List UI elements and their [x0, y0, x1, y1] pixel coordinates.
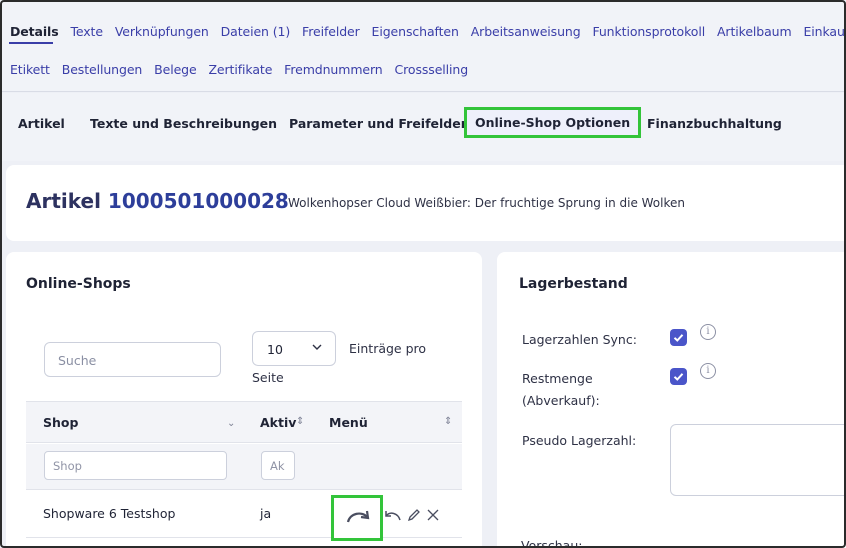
active-tab-indicator: [9, 42, 53, 44]
article-description: Wolkenhopser Cloud Weißbier: Der fruchti…: [288, 196, 685, 210]
tab-fremdnummern[interactable]: Fremdnummern: [284, 62, 383, 77]
tab-row-main: Details Texte Verknüpfungen Dateien (1) …: [10, 24, 846, 39]
page-size-value: 10: [267, 342, 283, 357]
restmenge-label: Restmenge (Abverkauf):: [522, 368, 600, 412]
article-header: Artikel 1000501000028 Wolkenhopser Cloud…: [6, 165, 846, 241]
page-size-select[interactable]: 10: [252, 331, 336, 366]
lagerbestand-title: Lagerbestand: [519, 276, 628, 292]
table-filter-row: Shop Ak: [26, 444, 462, 490]
aktiv-cell: ja: [260, 506, 272, 521]
tab-artikelbaum[interactable]: Artikelbaum: [717, 24, 792, 39]
row-actions: [331, 495, 444, 541]
undo-icon[interactable]: [384, 508, 402, 522]
restmenge-label-line2: (Abverkauf):: [522, 393, 600, 408]
tab-zertifikate[interactable]: Zertifikate: [208, 62, 272, 77]
tab-details[interactable]: Details: [10, 24, 59, 39]
tab-etikett[interactable]: Etikett: [10, 62, 50, 77]
article-title: Artikel 1000501000028: [26, 189, 289, 213]
subtab-finanzbuchhaltung[interactable]: Finanzbuchhaltung: [647, 116, 782, 131]
per-page-label: Einträge pro: [349, 341, 427, 356]
search-input[interactable]: Suche: [44, 342, 221, 377]
restmenge-label-line1: Restmenge: [522, 371, 593, 386]
shop-name-cell: Shopware 6 Testshop: [43, 506, 176, 521]
tab-arbeitsanweisung[interactable]: Arbeitsanweisung: [471, 24, 581, 39]
pseudo-lagerzahl-textarea[interactable]: [670, 424, 846, 496]
check-icon: [673, 373, 684, 381]
column-header-menu: Menü: [329, 415, 368, 430]
table-row: Shopware 6 Testshop ja: [26, 490, 462, 541]
tab-verknuepfungen[interactable]: Verknüpfungen: [115, 24, 209, 39]
tab-funktionsprotokoll[interactable]: Funktionsprotokoll: [592, 24, 705, 39]
subtab-artikel[interactable]: Artikel: [18, 116, 65, 131]
subtab-parameter-freifelder[interactable]: Parameter und Freifelder: [289, 116, 467, 131]
online-shops-title: Online-Shops: [26, 276, 131, 292]
tab-freifelder[interactable]: Freifelder: [302, 24, 360, 39]
redo-button[interactable]: [331, 495, 383, 541]
per-page-label-suffix: Seite: [252, 370, 284, 385]
article-prefix: Artikel: [26, 189, 101, 213]
restmenge-checkbox[interactable]: [670, 368, 687, 385]
tab-belege[interactable]: Belege: [154, 62, 197, 77]
subtab-online-shop-optionen[interactable]: Online-Shop Optionen: [463, 107, 642, 138]
filter-aktiv-input[interactable]: Ak: [261, 451, 295, 480]
column-header-aktiv[interactable]: Aktiv: [260, 415, 296, 430]
tab-row-secondary: Etikett Bestellungen Belege Zertifikate …: [10, 62, 476, 77]
chevron-down-icon: [312, 344, 322, 350]
tab-texte[interactable]: Texte: [70, 24, 103, 39]
column-header-shop[interactable]: Shop: [43, 415, 78, 430]
redo-icon: [346, 510, 370, 523]
sync-label: Lagerzahlen Sync:: [522, 332, 637, 347]
table-header: Shop ⌄ Aktiv ⇕ Menü ⇕: [26, 401, 462, 443]
lagerbestand-panel: Lagerbestand Lagerzahlen Sync: i Restmen…: [497, 252, 846, 548]
info-icon[interactable]: i: [700, 363, 716, 379]
tab-eigenschaften[interactable]: Eigenschaften: [372, 24, 459, 39]
sort-icon[interactable]: ⇕: [444, 416, 452, 427]
info-icon[interactable]: i: [700, 324, 716, 340]
check-icon: [673, 334, 684, 342]
sort-desc-icon[interactable]: ⌄: [227, 418, 235, 429]
article-number: 1000501000028: [107, 189, 289, 213]
tab-dateien[interactable]: Dateien (1): [221, 24, 291, 39]
online-shops-panel: Online-Shops Suche 10 Einträge pro Seite…: [6, 252, 482, 548]
tab-einkauf[interactable]: Einkauf: [803, 24, 846, 39]
pseudo-lagerzahl-label: Pseudo Lagerzahl:: [522, 433, 637, 448]
pencil-icon[interactable]: [406, 507, 422, 523]
subtab-texte-beschreibungen[interactable]: Texte und Beschreibungen: [90, 116, 277, 131]
vorschau-label: Vorschau:: [521, 538, 583, 548]
sync-checkbox[interactable]: [670, 329, 687, 346]
close-icon[interactable]: [426, 508, 440, 522]
sort-icon[interactable]: ⇕: [296, 416, 304, 427]
top-tab-bar: Details Texte Verknüpfungen Dateien (1) …: [0, 0, 846, 92]
sub-tab-bar: Artikel Texte und Beschreibungen Paramet…: [0, 93, 846, 161]
tab-crossselling[interactable]: Crossselling: [395, 62, 469, 77]
tab-bestellungen[interactable]: Bestellungen: [62, 62, 143, 77]
filter-shop-input[interactable]: Shop: [44, 451, 227, 480]
